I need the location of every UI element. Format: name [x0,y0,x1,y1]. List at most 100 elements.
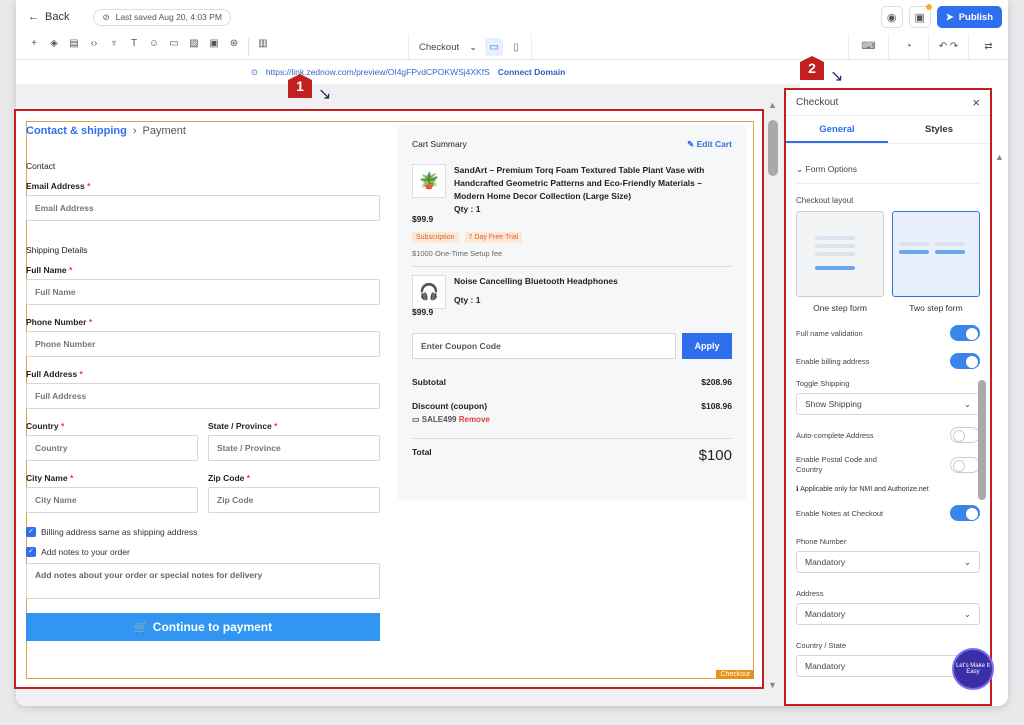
cart-icon: 🛒 [133,620,149,634]
users-icon[interactable]: ☺ [144,38,164,56]
scroll-down-icon[interactable]: ▼ [768,680,777,690]
saved-label: Last saved Aug 20, 4:03 PM [115,12,222,22]
desktop-view-icon[interactable]: ▭ [485,38,504,56]
element-tag[interactable]: Checkout [716,670,754,679]
notes-toggle[interactable] [950,505,980,521]
canvas-scroll-thumb[interactable] [768,120,778,176]
tag-icon: ▭ [412,415,420,424]
phone-setting-select[interactable]: Mandatory ⌄ [796,551,980,573]
continue-to-payment-button[interactable]: 🛒 Continue to payment [26,613,380,641]
city-field[interactable]: City Name [26,487,198,513]
page-icon[interactable]: ▤ [64,38,84,56]
unsaved-dot [925,4,932,10]
chevron-down-icon: ⌄ [796,164,804,174]
layout-two-step[interactable]: Two step form [892,211,980,313]
terminal-icon[interactable]: ▣ [204,38,224,56]
toggle-shipping-value: Show Shipping [805,399,862,409]
history-icon[interactable]: ◔ [888,34,928,60]
coupon-code: SALE499 [421,415,457,424]
fullname-field[interactable]: Full Name [26,279,380,305]
back-button[interactable]: ← Back [28,11,69,23]
layers-icon[interactable]: ◈ [44,38,64,56]
page-switcher: Checkout ⌄ ▭ ▯ [408,34,533,60]
order-notes-textarea[interactable]: Add notes about your order or special no… [26,563,380,599]
keyboard-icon[interactable]: ⌨ [848,34,888,60]
send-icon: ➤ [945,11,954,23]
country-setting-label: Country / State [796,641,847,650]
pencil-icon: ✎ [687,139,695,149]
undo-redo[interactable]: ↶ ↷ [928,34,968,60]
form-options-label: Form Options [805,164,858,174]
billing-same-checkbox[interactable]: ✓ Billing address same as shipping addre… [26,527,380,537]
address-field[interactable]: Full Address [26,383,380,409]
remove-coupon-link[interactable]: Remove [459,415,490,424]
panel-scrollbar[interactable] [978,380,986,500]
panel-scroll-up-icon[interactable]: ▲ [995,152,1004,162]
connect-domain-link[interactable]: Connect Domain [498,67,566,77]
cart-item-qty: Qty : 1 [454,295,481,305]
canvas-scrollbar[interactable]: ▲ ▼ [768,100,778,690]
breadcrumb-contact-shipping[interactable]: Contact & shipping [26,125,127,137]
mobile-view-icon[interactable]: ▯ [507,38,525,56]
page-select[interactable]: Checkout ⌄ [415,42,481,53]
cart-item: 🪴 SandArt – Premium Torq Foam Textured T… [412,164,732,216]
cart-title: Cart Summary [412,139,467,149]
fullname-validation-toggle[interactable] [950,325,980,341]
free-trial-badge: 7 Day Free Trial [464,232,523,243]
cart-item-info: SandArt – Premium Torq Foam Textured Tab… [454,164,732,216]
required-mark: * [246,473,251,483]
breadcrumb-payment[interactable]: Payment [143,125,186,137]
scroll-up-icon[interactable]: ▲ [768,100,777,110]
city-label: City Name * [26,473,198,483]
tab-styles[interactable]: Styles [888,116,990,143]
country-field[interactable]: Country [26,435,198,461]
address-setting-value: Mandatory [805,609,846,619]
state-label: State / Province * [208,421,380,431]
save-icon[interactable]: ▣ [908,4,932,28]
continue-label: Continue to payment [152,620,273,634]
email-field[interactable]: Email Address [26,195,380,221]
editor-toolbar: + ◈ ▤ ‹› ♆ T ☺ ▭ ▨ ▣ ⊛ ▥ Checkout ⌄ ▭ ▯ … [16,34,1008,60]
postal-toggle[interactable] [950,457,980,473]
integrations-icon[interactable]: ⊛ [224,38,244,56]
total-label: Total [412,447,432,457]
one-step-preview [796,211,884,297]
add-notes-checkbox[interactable]: ✓ Add notes to your order [26,547,380,557]
zip-group: Zip Code * Zip Code [208,473,380,513]
text-icon[interactable]: T [124,38,144,56]
subtotal-row: Subtotal $208.96 [412,377,732,387]
preview-eye-icon[interactable]: ◉ [880,6,903,28]
state-field[interactable]: State / Province [208,435,380,461]
settings-sliders-icon[interactable]: ⇄ [968,34,1008,60]
brush-icon[interactable]: ♆ [104,38,124,56]
billing-address-toggle[interactable] [950,353,980,369]
tab-general[interactable]: General [786,116,888,143]
code-icon[interactable]: ‹› [84,38,104,56]
setup-fee: $1000 One-Time Setup fee [412,249,503,258]
toggle-shipping-select[interactable]: Show Shipping ⌄ [796,393,980,415]
columns-icon[interactable]: ▥ [253,38,273,56]
shipping-heading: Shipping Details [26,245,88,255]
form-options-section[interactable]: ⌄ Form Options [796,164,980,184]
required-mark: * [88,317,93,327]
add-icon[interactable]: + [24,38,44,56]
page-select-label: Checkout [419,41,460,53]
phone-field[interactable]: Phone Number [26,331,380,357]
autocomplete-toggle[interactable] [950,427,980,443]
section-icon[interactable]: ▭ [164,38,184,56]
zip-field[interactable]: Zip Code [208,487,380,513]
element-tools: + ◈ ▤ ‹› ♆ T ☺ ▭ ▨ ▣ ⊛ ▥ [16,37,273,56]
address-setting-select[interactable]: Mandatory ⌄ [796,603,980,625]
panel-title: Checkout [796,97,839,108]
image-icon[interactable]: ▨ [184,38,204,56]
layout-one-step[interactable]: One step form [796,211,884,313]
cart-item: 🎧 Noise Cancelling Bluetooth Headphones … [412,275,732,309]
coupon-input[interactable]: Enter Coupon Code [412,333,676,359]
apply-coupon-button[interactable]: Apply [682,333,732,359]
chevron-down-icon: ⌄ [963,556,971,567]
required-mark: * [69,265,73,275]
close-icon[interactable]: × [972,95,980,110]
publish-button[interactable]: ➤ Publish [936,6,1002,28]
address-label: Full Address * [26,369,380,379]
edit-cart-link[interactable]: ✎ Edit Cart [687,139,732,150]
